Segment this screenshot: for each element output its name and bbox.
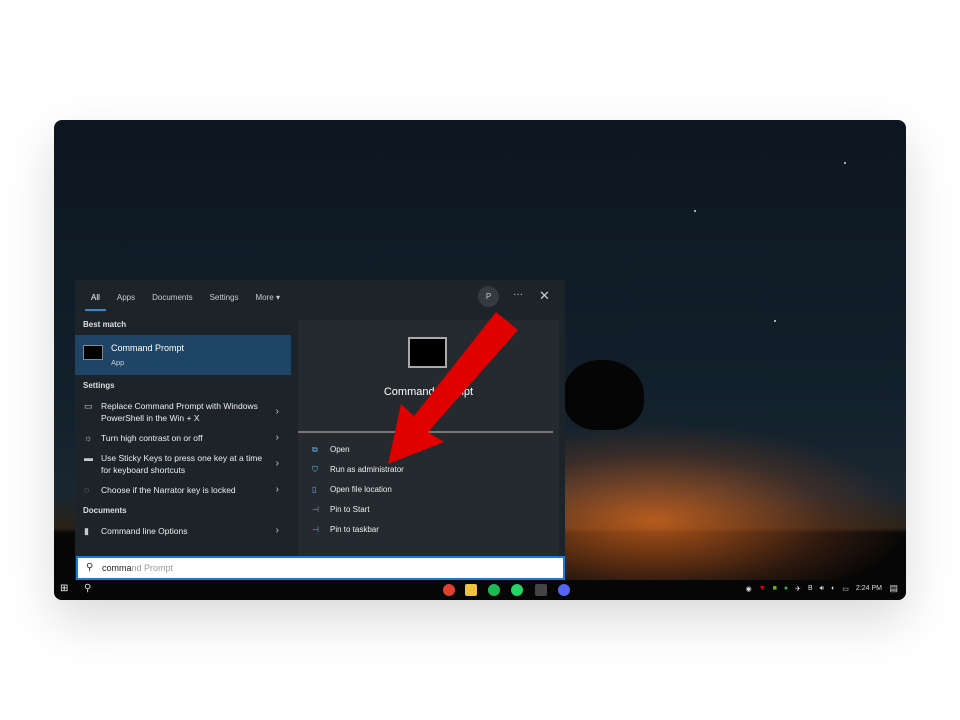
arrow-shape	[388, 312, 518, 464]
red-arrow-annotation	[388, 312, 518, 464]
